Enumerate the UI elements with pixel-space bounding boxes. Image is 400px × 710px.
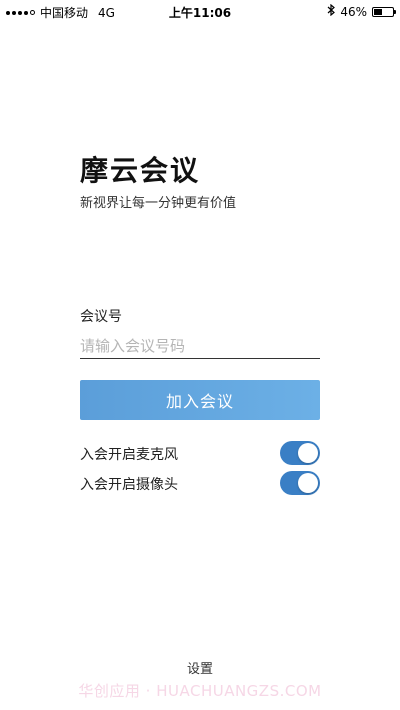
app-title: 摩云会议 <box>80 154 201 187</box>
microphone-toggle[interactable] <box>280 441 320 465</box>
camera-toggle[interactable] <box>280 471 320 495</box>
status-bar: 中国移动 4G 上午11:06 46% <box>0 0 400 22</box>
status-right: 46% <box>327 3 396 19</box>
toggle-knob <box>298 443 318 463</box>
watermark: 华创应用 · HUACHUANGZS.COM <box>78 682 322 700</box>
settings-link[interactable]: 设置 <box>0 658 400 677</box>
join-meeting-button[interactable]: 加入会议 <box>80 380 320 420</box>
toggle-knob <box>298 473 318 493</box>
meeting-number-input[interactable] <box>80 333 320 359</box>
battery-fill <box>374 8 382 15</box>
app-slogan: 新视界让每一分钟更有价值 <box>80 196 237 211</box>
battery-icon <box>372 6 396 17</box>
bluetooth-icon <box>327 3 336 19</box>
meeting-number-label: 会议号 <box>80 309 122 325</box>
battery-percent: 46% <box>340 4 367 19</box>
camera-toggle-row: 入会开启摄像头 <box>80 471 320 497</box>
microphone-toggle-label: 入会开启麦克风 <box>80 447 178 463</box>
microphone-toggle-row: 入会开启麦克风 <box>80 441 320 467</box>
camera-toggle-label: 入会开启摄像头 <box>80 477 178 493</box>
